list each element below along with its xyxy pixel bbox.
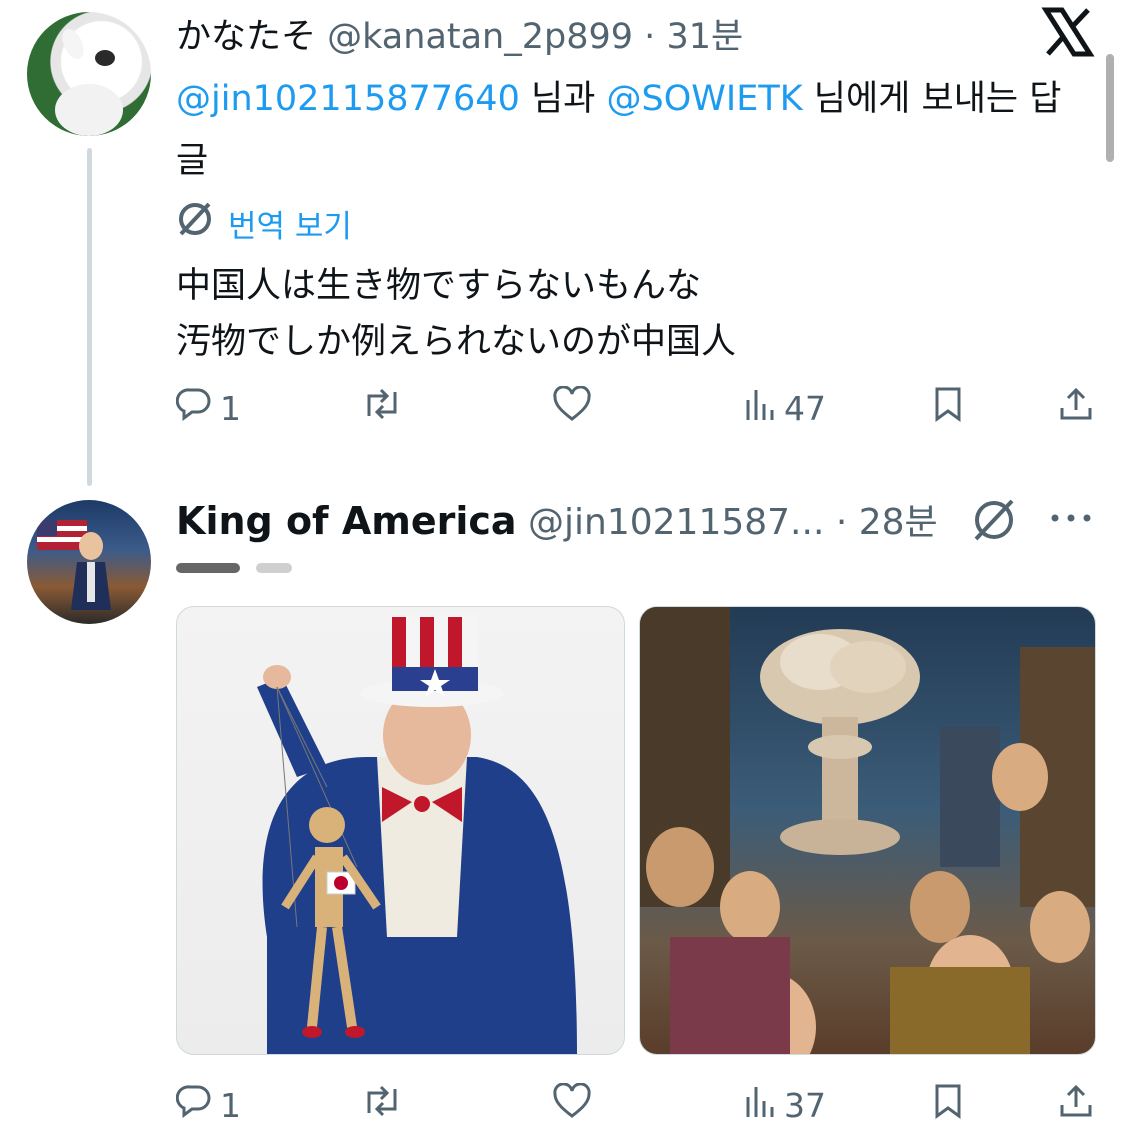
media-image[interactable] [176, 606, 625, 1055]
media-indicator [256, 563, 292, 573]
like-button[interactable] [552, 1082, 592, 1127]
share-button[interactable] [1058, 386, 1094, 430]
share-button[interactable] [1058, 1083, 1094, 1127]
reply-icon [175, 386, 212, 430]
views-count: 37 [784, 1085, 826, 1125]
timestamp[interactable]: 31분 [666, 17, 743, 57]
reply-join: 님과 [519, 79, 607, 119]
avatar[interactable] [27, 500, 151, 624]
action-bar: 1 47 [175, 385, 1096, 434]
share-icon [1058, 386, 1094, 430]
display-name[interactable]: かなたそ [176, 17, 316, 57]
reply-count: 1 [220, 1085, 241, 1125]
translate-icon[interactable] [970, 496, 1018, 548]
tweet-text: 中国人は生き物ですらないもんな 汚物でしか例えられないのが中国人 [176, 266, 737, 362]
views-count: 47 [784, 388, 826, 428]
reply-button[interactable]: 1 [175, 386, 241, 430]
separator: · [644, 17, 656, 57]
scrollbar[interactable] [1106, 54, 1114, 162]
retweet-button[interactable] [361, 1083, 403, 1127]
like-icon [552, 1082, 592, 1127]
media-indicator-active [176, 563, 240, 573]
separator: · [835, 502, 848, 543]
share-icon [1058, 1083, 1094, 1127]
thread-line [87, 148, 92, 486]
x-logo-icon [1040, 4, 1096, 64]
bookmark-icon [932, 1083, 964, 1127]
tweet-header: かなたそ @kanatan_2p899 · 31분 [176, 8, 743, 59]
bookmark-button[interactable] [932, 1083, 964, 1127]
media-image[interactable] [639, 606, 1096, 1055]
reply-icon [175, 1083, 212, 1127]
tweet-header: King of America @jin10211587... · 28분 [176, 493, 938, 545]
retweet-icon [361, 386, 403, 430]
mention-link[interactable]: @SOWIETK [607, 79, 803, 119]
reply-context: @jin102115877640 님과 @SOWIETK 님에게 보내는 답글 [176, 68, 1076, 192]
retweet-button[interactable] [361, 386, 403, 430]
handle[interactable]: @jin10211587... [528, 502, 824, 543]
avatar[interactable] [27, 12, 151, 136]
like-icon [552, 385, 592, 430]
translate-icon [176, 200, 214, 246]
mention-link[interactable]: @jin102115877640 [176, 79, 520, 119]
translate-label: 번역 보기 [228, 208, 352, 245]
retweet-icon [361, 1083, 403, 1127]
translate-button[interactable]: 번역 보기 [176, 200, 352, 246]
like-button[interactable] [552, 385, 592, 430]
reply-count: 1 [220, 388, 241, 428]
handle[interactable]: @kanatan_2p899 [327, 17, 633, 57]
views-icon [744, 1083, 776, 1127]
views-button[interactable]: 37 [744, 1083, 826, 1127]
action-bar: 1 37 [175, 1082, 1096, 1131]
timestamp[interactable]: 28분 [859, 502, 938, 543]
views-button[interactable]: 47 [744, 386, 826, 430]
bookmark-icon [932, 386, 964, 430]
more-icon[interactable] [1048, 508, 1094, 532]
reply-button[interactable]: 1 [175, 1083, 241, 1127]
display-name[interactable]: King of America [176, 499, 517, 543]
bookmark-button[interactable] [932, 386, 964, 430]
views-icon [744, 386, 776, 430]
